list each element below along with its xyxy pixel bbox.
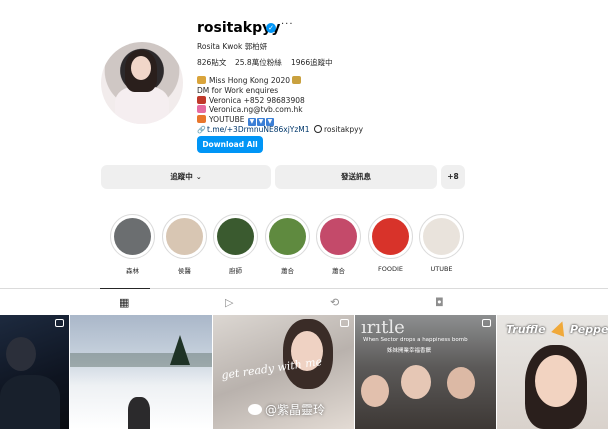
followers-count[interactable]: 25.8萬位粉絲 bbox=[235, 57, 282, 68]
highlight-label: FOODIE bbox=[377, 265, 403, 273]
reel-icon bbox=[55, 319, 64, 327]
weibo-watermark: @紫晶靈玲 bbox=[248, 401, 325, 418]
highlight-label: 蕭合 bbox=[281, 267, 294, 275]
threads-link[interactable]: rositakpyy bbox=[314, 125, 363, 134]
bio-line: DM for Work enquires bbox=[197, 86, 279, 95]
reels-icon: ▷ bbox=[225, 296, 234, 309]
grid-post[interactable] bbox=[0, 315, 69, 429]
highlight-label: 侯醫 bbox=[178, 267, 191, 275]
highlight-circle[interactable] bbox=[162, 214, 207, 259]
verified-badge-icon: ✓ bbox=[266, 23, 276, 33]
video-caption-sub: 姊妹開業幸福香饌 bbox=[387, 348, 432, 354]
following-button[interactable]: 追蹤中 ⌄ bbox=[101, 165, 271, 189]
reel-icon bbox=[482, 319, 491, 327]
grid-post[interactable] bbox=[70, 315, 212, 429]
threads-icon bbox=[314, 125, 322, 133]
pizza-icon bbox=[551, 319, 569, 337]
bio-line: Veronica +852 98683908 bbox=[197, 96, 305, 105]
posts-count[interactable]: 826貼文 bbox=[197, 57, 226, 68]
video-caption: Peppe bbox=[570, 323, 608, 336]
tab-tagged[interactable]: ◘ bbox=[435, 296, 444, 309]
weibo-icon bbox=[248, 404, 262, 415]
following-count[interactable]: 1966追蹤中 bbox=[291, 57, 333, 68]
mail-icon bbox=[197, 105, 206, 113]
phone-icon bbox=[197, 96, 206, 104]
grid-icon: ▦ bbox=[119, 296, 130, 309]
reel-icon bbox=[340, 319, 349, 327]
highlight-label: 蕭合 bbox=[332, 267, 345, 275]
add-user-button[interactable]: +8 bbox=[441, 165, 465, 189]
fire-icon bbox=[197, 115, 206, 123]
highlight-circle[interactable] bbox=[213, 214, 258, 259]
bio-line: Veronica.ng@tvb.com.hk bbox=[197, 105, 303, 114]
grid-post[interactable]: ırıtle When Sector drops a happiness bom… bbox=[355, 315, 496, 429]
profile-avatar[interactable] bbox=[101, 42, 183, 124]
tab-reposts[interactable]: ⟲ bbox=[330, 296, 339, 309]
tab-divider bbox=[0, 288, 608, 289]
highlight-label: UTUBE bbox=[430, 265, 453, 273]
highlight-circle[interactable] bbox=[316, 214, 361, 259]
highlight-circle[interactable] bbox=[368, 214, 413, 259]
bio-line: Miss Hong Kong 2020 bbox=[197, 76, 304, 85]
tagged-icon: ◘ bbox=[435, 296, 444, 309]
crown-icon bbox=[197, 76, 206, 84]
highlight-label: 森林 bbox=[126, 267, 139, 275]
sign-text: ırıtle bbox=[361, 317, 405, 338]
message-button[interactable]: 發送訊息 bbox=[275, 165, 437, 189]
highlight-circle[interactable] bbox=[110, 214, 155, 259]
chevron-down-icon: ⌄ bbox=[195, 173, 202, 181]
highlight-circle[interactable] bbox=[265, 214, 310, 259]
tab-posts[interactable]: ▦ bbox=[119, 296, 129, 309]
video-caption: When Sector drops a happiness bomb bbox=[363, 337, 468, 343]
full-name: Rosita Kwok 郭柏妍 bbox=[197, 42, 268, 51]
active-tab-indicator bbox=[100, 288, 150, 289]
highlight-circle[interactable] bbox=[419, 214, 464, 259]
grid-post[interactable]: Truffle Peppe bbox=[497, 315, 608, 429]
tab-reels[interactable]: ▷ bbox=[225, 296, 233, 309]
download-all-button[interactable]: Download All bbox=[197, 136, 263, 153]
profile-link[interactable]: t.me/+3DrmnuNE86xjYzM1 bbox=[207, 125, 310, 134]
highlight-label: 廚師 bbox=[229, 267, 242, 275]
trophy-icon bbox=[292, 76, 301, 84]
video-caption: Truffle bbox=[506, 323, 546, 336]
link-icon: 🔗 bbox=[197, 126, 206, 134]
more-options-icon[interactable]: ··· bbox=[281, 19, 294, 30]
repost-icon: ⟲ bbox=[330, 296, 340, 309]
